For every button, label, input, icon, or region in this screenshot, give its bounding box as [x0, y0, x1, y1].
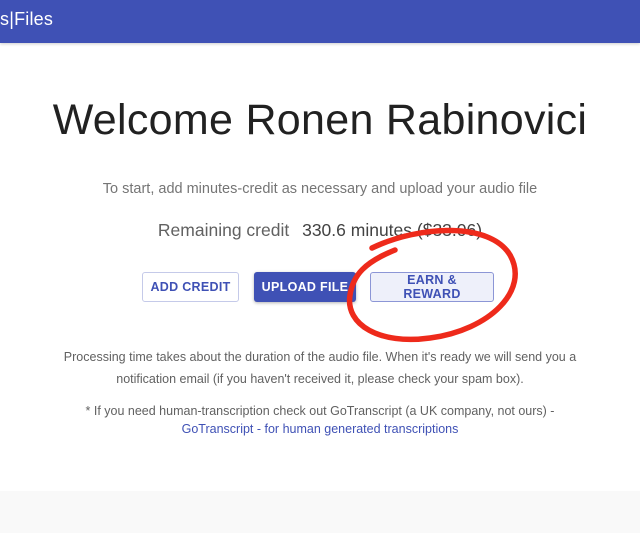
- red-circle-annotation: [346, 227, 518, 343]
- credit-value: 330.6 minutes ($33.06): [302, 220, 483, 240]
- instruction-text: To start, add minutes-credit as necessar…: [102, 181, 538, 197]
- earn-reward-button[interactable]: EARN & REWARD: [370, 272, 494, 302]
- action-buttons: ADD CREDIT UPLOAD FILE EARN & REWARD: [0, 272, 640, 304]
- human-note-text: * If you need human-transcription check …: [85, 404, 555, 418]
- top-app-bar: s|Files: [0, 0, 640, 43]
- processing-note: Processing time takes about the duration…: [63, 350, 577, 386]
- credit-label: Remaining credit: [157, 220, 290, 240]
- remaining-credit: Remaining credit 330.6 minutes ($33.06): [0, 220, 640, 241]
- app-title: s|Files: [0, 9, 54, 29]
- footer: [0, 491, 640, 533]
- welcome-heading: Welcome Ronen Rabinovici: [52, 96, 588, 144]
- upload-file-button[interactable]: UPLOAD FILE: [254, 272, 356, 302]
- add-credit-button[interactable]: ADD CREDIT: [142, 272, 239, 302]
- gotranscript-link[interactable]: GoTranscript - for human generated trans…: [182, 422, 459, 436]
- human-transcription-note: * If you need human-transcription check …: [40, 402, 600, 438]
